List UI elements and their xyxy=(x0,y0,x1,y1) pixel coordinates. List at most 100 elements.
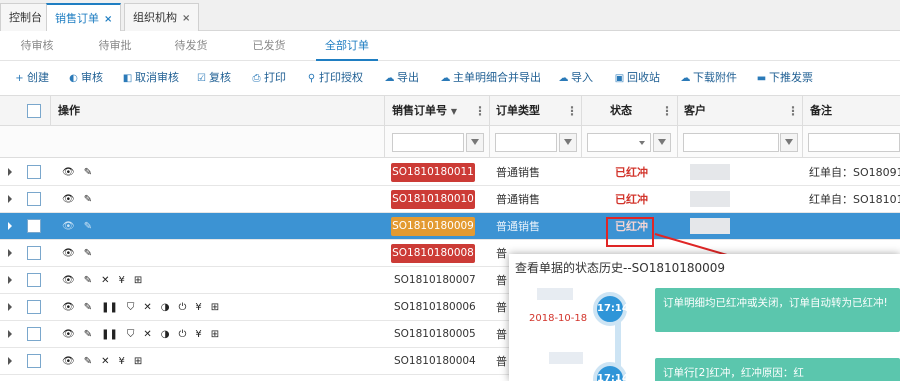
subtab-all-orders[interactable]: 全部订单 xyxy=(316,31,378,61)
grid-icon[interactable]: ⊞ xyxy=(211,321,219,348)
select-all-checkbox[interactable] xyxy=(27,104,41,118)
shield-icon[interactable]: ⛉ xyxy=(127,294,135,321)
subtab-pending-review[interactable]: 待审核 xyxy=(12,31,62,61)
expand-row-icon[interactable] xyxy=(8,330,12,338)
table-row[interactable]: 👁✎SO1810180011普通销售已红冲红单自：SO180919 xyxy=(0,159,900,186)
edit-icon[interactable]: ✎ xyxy=(84,321,92,348)
column-menu-icon[interactable]: ⋮ xyxy=(787,96,799,126)
view-icon[interactable]: 👁 xyxy=(62,213,75,240)
review-button[interactable]: ◐ 审核 xyxy=(68,70,103,86)
delete-icon[interactable]: ✕ xyxy=(143,294,151,321)
table-row[interactable]: 👁✎SO1810180010普通销售已红冲红单自：SO181018 xyxy=(0,186,900,213)
print-button[interactable]: ⎙ 打印 xyxy=(251,70,287,86)
recycle-bin-button[interactable]: ▣ 回收站 xyxy=(614,70,660,86)
expand-row-icon[interactable] xyxy=(8,357,12,365)
order-number[interactable]: SO1810180008 xyxy=(391,244,475,263)
order-number[interactable]: SO1810180004 xyxy=(391,352,476,371)
view-icon[interactable]: 👁 xyxy=(62,294,75,321)
edit-icon[interactable]: ✎ xyxy=(84,186,92,213)
status-filter-select[interactable] xyxy=(587,133,651,152)
order-number[interactable]: SO1810180005 xyxy=(391,325,476,344)
edit-icon[interactable]: ✎ xyxy=(84,294,92,321)
order-number[interactable]: SO1810180011 xyxy=(391,163,475,182)
view-icon[interactable]: 👁 xyxy=(62,267,75,294)
order-number[interactable]: SO1810180010 xyxy=(391,190,475,209)
delete-icon[interactable]: ✕ xyxy=(101,348,109,375)
tab-sales-orders[interactable]: 销售订单 × xyxy=(46,3,122,32)
tab-organization[interactable]: 组织机构 × xyxy=(124,3,200,31)
column-menu-icon[interactable]: ⋮ xyxy=(474,96,486,126)
export-button[interactable]: ☁ 导出 xyxy=(384,70,420,86)
contrast-icon[interactable]: ◑ xyxy=(161,321,170,348)
filter-icon[interactable] xyxy=(653,133,671,152)
view-icon[interactable]: 👁 xyxy=(62,348,75,375)
edit-icon[interactable]: ✎ xyxy=(84,240,92,267)
row-checkbox[interactable] xyxy=(27,219,41,233)
push-invoice-button[interactable]: ▬ 下推发票 xyxy=(756,70,813,86)
close-icon[interactable]: × xyxy=(182,13,190,24)
payment-icon[interactable]: ¥ xyxy=(195,321,201,348)
power-icon[interactable]: ⏻ xyxy=(178,321,186,348)
contrast-icon[interactable]: ◑ xyxy=(161,294,170,321)
merge-export-button[interactable]: ☁ 主单明细合并导出 xyxy=(440,70,542,86)
download-attachment-button[interactable]: ☁ 下载附件 xyxy=(680,70,738,86)
create-button[interactable]: + 创建 xyxy=(14,70,49,86)
pause-icon[interactable]: ❚❚ xyxy=(101,294,118,321)
column-menu-icon[interactable]: ⋮ xyxy=(661,96,673,126)
row-checkbox[interactable] xyxy=(27,192,41,206)
pause-icon[interactable]: ❚❚ xyxy=(101,321,118,348)
filter-icon[interactable] xyxy=(780,133,798,152)
expand-row-icon[interactable] xyxy=(8,303,12,311)
sort-desc-icon[interactable]: ▼ xyxy=(451,107,457,116)
expand-row-icon[interactable] xyxy=(8,168,12,176)
tab-console[interactable]: 控制台 xyxy=(0,3,51,31)
power-icon[interactable]: ⏻ xyxy=(178,294,186,321)
column-header-order-no[interactable]: 销售订单号 ▼ xyxy=(392,96,457,127)
table-row[interactable]: 👁 ✎ SO1810180009 普通销售 已红冲 xyxy=(0,213,900,240)
expand-row-icon[interactable] xyxy=(8,276,12,284)
row-checkbox[interactable] xyxy=(27,327,41,341)
row-checkbox[interactable] xyxy=(27,300,41,314)
edit-icon[interactable]: ✎ xyxy=(84,159,92,186)
row-checkbox[interactable] xyxy=(27,273,41,287)
column-menu-icon[interactable]: ⋮ xyxy=(566,96,578,126)
delete-icon[interactable]: ✕ xyxy=(143,321,151,348)
expand-row-icon[interactable] xyxy=(8,249,12,257)
order-type-filter-input[interactable] xyxy=(495,133,557,152)
close-icon[interactable]: × xyxy=(104,14,112,25)
delete-icon[interactable]: ✕ xyxy=(101,267,109,294)
row-checkbox[interactable] xyxy=(27,165,41,179)
row-checkbox[interactable] xyxy=(27,354,41,368)
view-icon[interactable]: 👁 xyxy=(62,240,75,267)
order-no-filter-input[interactable] xyxy=(392,133,464,152)
customer-filter-input[interactable] xyxy=(683,133,779,152)
payment-icon[interactable]: ¥ xyxy=(118,267,124,294)
edit-icon[interactable]: ✎ xyxy=(84,213,92,240)
filter-icon[interactable] xyxy=(466,133,484,152)
edit-icon[interactable]: ✎ xyxy=(84,267,92,294)
edit-icon[interactable]: ✎ xyxy=(84,348,92,375)
subtab-shipped[interactable]: 已发货 xyxy=(244,31,294,61)
expand-row-icon[interactable] xyxy=(8,222,12,230)
order-number[interactable]: SO1810180009 xyxy=(391,217,475,236)
recheck-button[interactable]: ☑ 复核 xyxy=(196,70,231,86)
grid-icon[interactable]: ⊞ xyxy=(211,294,219,321)
grid-icon[interactable]: ⊞ xyxy=(134,267,142,294)
filter-icon[interactable] xyxy=(559,133,577,152)
shield-icon[interactable]: ⛉ xyxy=(127,321,135,348)
print-authorize-button[interactable]: ⚲ 打印授权 xyxy=(306,70,363,86)
grid-icon[interactable]: ⊞ xyxy=(134,348,142,375)
view-icon[interactable]: 👁 xyxy=(62,159,75,186)
order-number[interactable]: SO1810180006 xyxy=(391,298,476,317)
cancel-review-button[interactable]: ◧ 取消审核 xyxy=(122,70,179,86)
subtab-pending-ship[interactable]: 待发货 xyxy=(166,31,216,61)
remark-filter-input[interactable] xyxy=(808,133,900,152)
payment-icon[interactable]: ¥ xyxy=(118,348,124,375)
order-number[interactable]: SO1810180007 xyxy=(391,271,476,290)
row-checkbox[interactable] xyxy=(27,246,41,260)
view-icon[interactable]: 👁 xyxy=(62,186,75,213)
import-button[interactable]: ☁ 导入 xyxy=(558,70,594,86)
subtab-pending-approval[interactable]: 待审批 xyxy=(90,31,140,61)
expand-row-icon[interactable] xyxy=(8,195,12,203)
payment-icon[interactable]: ¥ xyxy=(195,294,201,321)
